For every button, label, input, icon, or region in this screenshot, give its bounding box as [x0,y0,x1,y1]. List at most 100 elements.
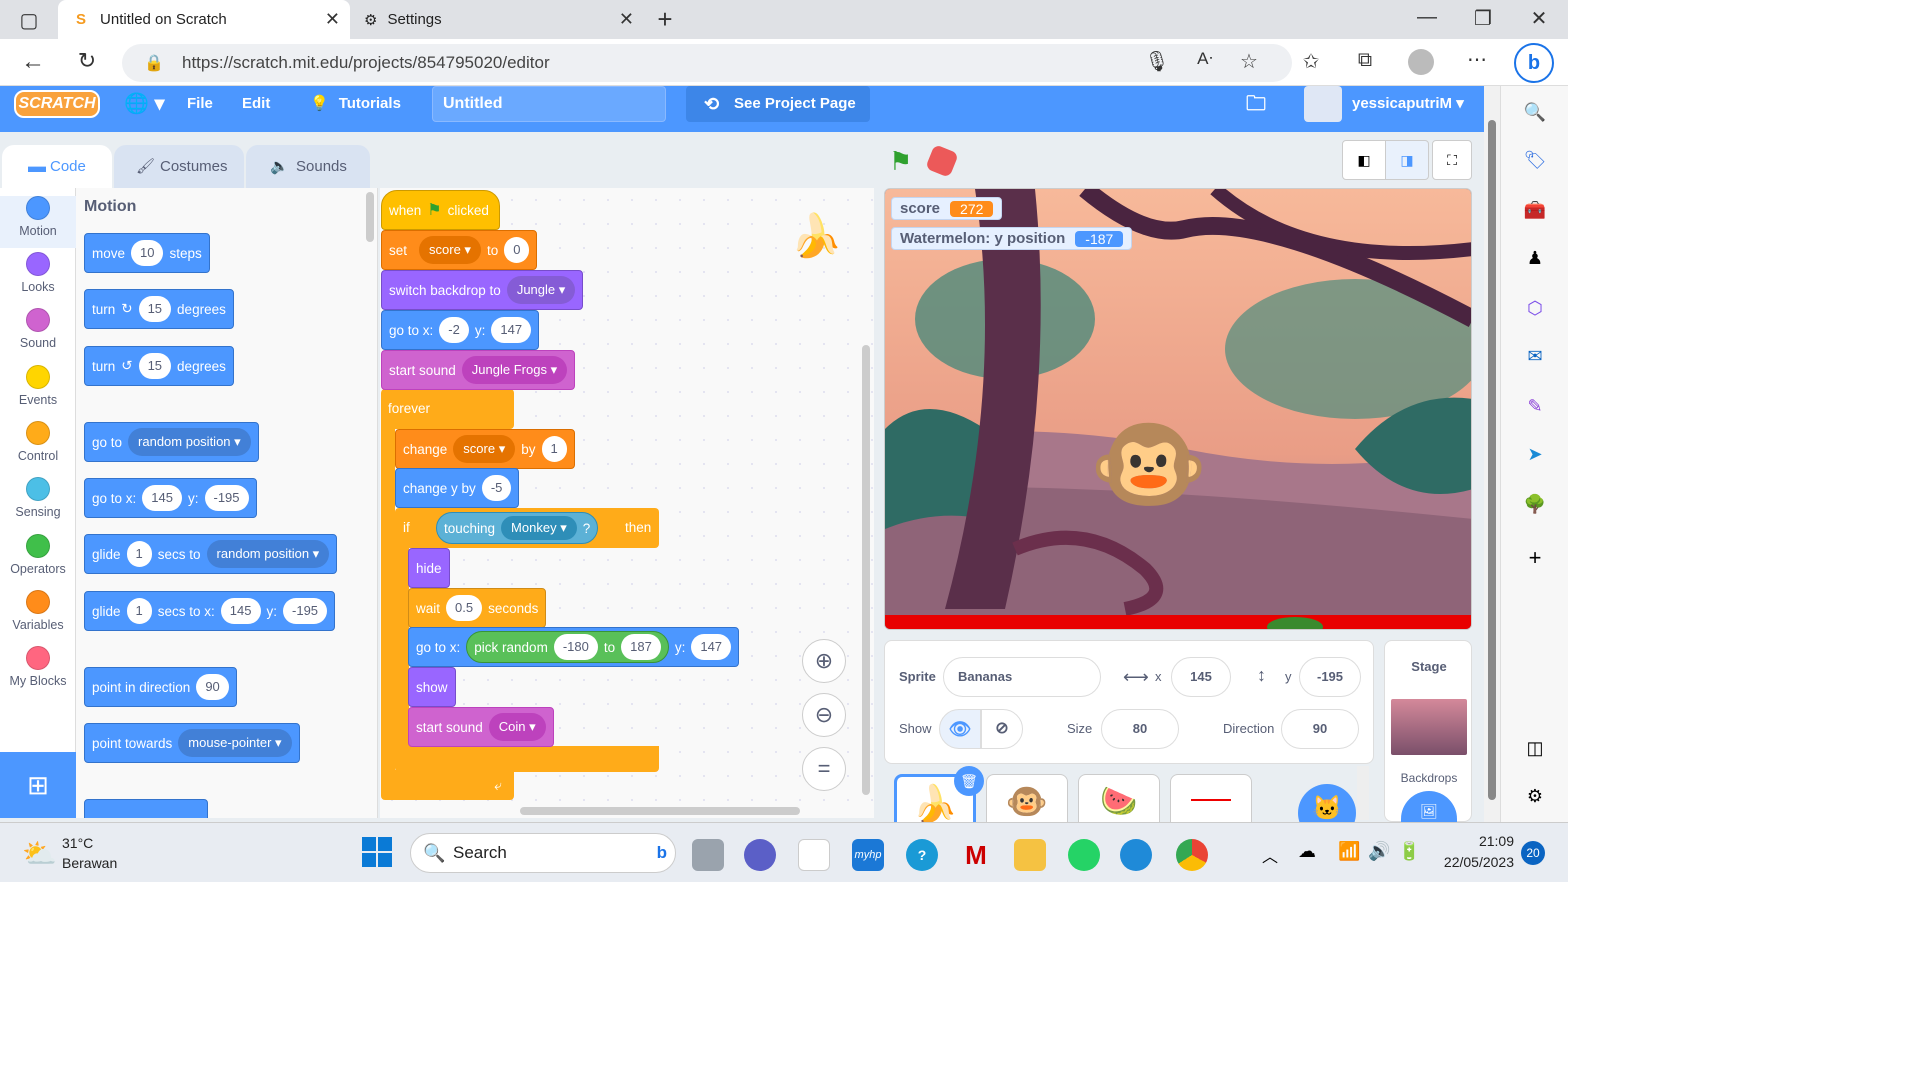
task-view-icon[interactable] [692,839,724,871]
sidebar-toggle-icon[interactable]: ◫ [1521,734,1549,762]
x-input[interactable]: -2 [439,317,469,343]
tab-scratch[interactable]: S Untitled on Scratch ✕ [58,0,350,39]
hide-visible-button[interactable]: ⊘ [981,709,1023,749]
tab-settings[interactable]: ⚙ Settings ✕ [352,0,644,39]
more-menu-icon[interactable]: ⋯ [1462,47,1492,72]
category-events[interactable]: Events [0,365,76,407]
volume-icon[interactable]: 🔊 [1368,841,1390,862]
seconds-input[interactable]: 0.5 [446,595,483,621]
bing-chat-icon[interactable]: b [1514,43,1554,83]
zoom-reset-button[interactable]: = [802,747,846,791]
tools-briefcase-icon[interactable]: 🧰 [1521,196,1549,224]
close-tab-icon[interactable]: ✕ [619,9,634,30]
backdrop-thumbnail[interactable] [1391,699,1467,755]
x-input[interactable]: 145 [220,598,261,624]
file-explorer-icon[interactable] [1014,839,1046,871]
url-field[interactable]: 🔒 https://scratch.mit.edu/projects/85479… [122,44,1292,82]
value-input[interactable]: 1 [541,436,567,462]
degrees-input[interactable]: 15 [138,353,172,379]
teams-chat-icon[interactable] [744,839,776,871]
monkey-sprite-icon[interactable]: 🐵 [1089,409,1209,521]
stage-canvas[interactable]: 🐵 score 272 Watermelon: y position -187 [884,188,1472,630]
file-menu[interactable]: File [187,86,213,132]
battery-icon[interactable]: 🔋 [1398,841,1420,862]
sprite-name-input[interactable]: Bananas [943,657,1101,697]
block-go-to[interactable]: go to random position ▾ [84,422,259,462]
mcafee-icon[interactable]: M [960,839,992,871]
start-sound-block[interactable]: start sound Jungle Frogs ▾ [381,350,576,390]
start-sound-coin-block[interactable]: start sound Coin ▾ [408,707,554,747]
secs-input[interactable]: 1 [126,541,152,567]
refresh-icon[interactable]: ↻ [72,48,102,74]
category-my-blocks[interactable]: My Blocks [0,646,76,688]
project-title-input[interactable]: Untitled [432,86,666,122]
sprite-list-scrollbar[interactable] [1357,766,1369,820]
tab-actions-icon[interactable]: ▢ [14,8,44,33]
user-avatar[interactable] [1304,86,1342,122]
y-input[interactable]: -195 [283,598,328,624]
wait-block[interactable]: wait 0.5 seconds [408,588,547,628]
watermelon-y-monitor[interactable]: Watermelon: y position -187 [891,227,1133,250]
show-block[interactable]: show [408,667,456,707]
send-icon[interactable]: ➤ [1521,440,1549,468]
y-input[interactable]: -195 [204,485,249,511]
workspace-h-scrollbar[interactable] [520,807,800,815]
my-stuff-folder-icon[interactable]: 🗀 [1246,86,1266,132]
designer-icon[interactable]: ✎ [1521,392,1549,420]
x-input[interactable]: 145 [1171,657,1231,697]
microphone-icon[interactable]: 🎙 [1142,49,1172,74]
green-flag-button[interactable]: ⚑ [889,146,912,177]
block-partial[interactable] [84,799,208,818]
variable-dropdown[interactable]: score ▾ [453,435,516,463]
change-y-block[interactable]: change y by -5 [395,468,520,508]
x-input[interactable]: 145 [142,485,182,511]
windows-start-icon[interactable] [362,837,392,867]
weather-icon[interactable]: ⛅ [22,837,57,870]
change-variable-block[interactable]: change score ▾ by 1 [395,429,575,469]
block-turn-left[interactable]: turn ↺ 15 degrees [84,346,234,386]
y-input[interactable]: 147 [491,317,532,343]
value-input[interactable]: 0 [504,237,530,263]
tab-code[interactable]: ▬ Code [2,145,112,188]
value-input[interactable]: -5 [481,475,512,501]
clock-time[interactable]: 21:09 [1440,833,1514,849]
close-tab-icon[interactable]: ✕ [325,9,340,30]
tab-costumes[interactable]: 🖌 Costumes [114,145,244,188]
score-monitor[interactable]: score 272 [891,197,1003,220]
palette-scrollbar[interactable] [366,192,374,242]
get-help-icon[interactable]: ? [906,839,938,871]
add-sidebar-app-icon[interactable]: + [1521,544,1549,572]
category-operators[interactable]: Operators [0,534,76,576]
backdrop-dropdown[interactable]: Jungle ▾ [506,276,576,304]
go-to-random-x-block[interactable]: go to x: pick random -180 to 187 y: 147 [408,627,740,667]
block-go-to-xy[interactable]: go to x: 145 y: -195 [84,478,257,518]
search-icon[interactable]: 🔍 [1521,98,1549,126]
notification-badge[interactable]: 20 [1521,841,1545,865]
steps-input[interactable]: 10 [131,240,164,266]
shopping-tag-icon[interactable]: 🏷 [1521,146,1549,174]
back-icon[interactable]: ← [18,48,48,76]
scratch-logo[interactable]: SCRATCH [14,90,100,118]
wifi-icon[interactable]: 📶 [1338,841,1360,862]
favorites-icon[interactable]: ✩ [1296,49,1326,74]
office-icon[interactable]: ⬡ [1521,294,1549,322]
see-project-page-button[interactable]: ⟲ See Project Page [686,86,870,122]
glide-dropdown[interactable]: random position ▾ [206,540,330,568]
normal-stage-button[interactable]: ◨ [1385,140,1429,180]
restore-icon[interactable]: ❐ [1468,6,1498,31]
delete-sprite-icon[interactable]: 🗑 [954,766,984,796]
microsoft-store-icon[interactable] [798,839,830,871]
zoom-in-button[interactable]: ⊕ [802,639,846,683]
tab-sounds[interactable]: 🔈 Sounds [246,145,370,188]
show-visible-button[interactable]: 👁 [939,709,981,749]
profile-avatar[interactable] [1408,49,1434,75]
size-input[interactable]: 80 [1101,709,1179,749]
add-extension-button[interactable]: ⊞ [0,752,76,818]
whatsapp-icon[interactable] [1068,839,1100,871]
sidebar-settings-icon[interactable]: ⚙ [1521,782,1549,810]
variable-dropdown[interactable]: score ▾ [419,236,481,264]
random-max-input[interactable]: 187 [621,634,661,660]
touching-block[interactable]: touching Monkey ▾? [436,512,599,544]
hide-block[interactable]: hide [408,548,450,588]
block-glide-to[interactable]: glide 1 secs to random position ▾ [84,534,338,574]
